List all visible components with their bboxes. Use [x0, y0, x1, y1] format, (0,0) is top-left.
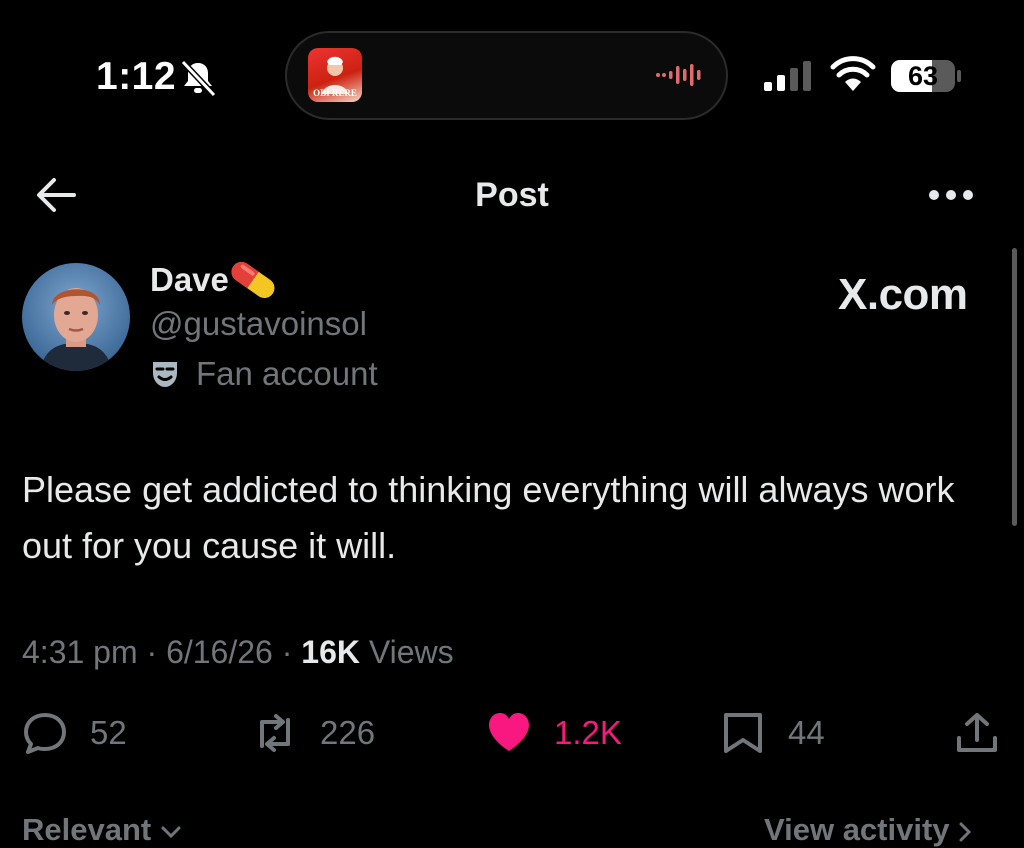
- account-label-text: Fan account: [196, 355, 378, 392]
- display-name[interactable]: Dave: [150, 261, 229, 299]
- pill-emoji-icon: [231, 261, 275, 299]
- views-count[interactable]: 16K: [301, 634, 360, 670]
- battery-level: 63: [907, 61, 939, 91]
- share-button[interactable]: [954, 710, 1000, 756]
- bookmark-count: 44: [788, 714, 825, 751]
- wifi-icon: [830, 56, 876, 91]
- artwork-text: OBI RERE: [313, 88, 357, 98]
- view-activity-label: View activity: [764, 812, 950, 847]
- like-count: 1.2K: [554, 714, 622, 751]
- chevron-right-icon: [959, 822, 972, 842]
- meta-separator: ·: [281, 634, 293, 670]
- views-label: Views: [368, 634, 454, 670]
- account-label: Fan account: [150, 355, 378, 393]
- reply-icon: [24, 713, 66, 754]
- page-title: Post: [475, 176, 549, 214]
- x-com-watermark: X.com: [838, 270, 968, 319]
- sort-label: Relevant: [22, 812, 152, 847]
- cellular-signal-icon: [764, 61, 811, 91]
- now-playing-artwork[interactable]: OBI RERE: [308, 48, 362, 102]
- like-button[interactable]: 1.2K: [486, 710, 622, 756]
- heart-icon: [489, 713, 529, 751]
- post-text: Please get addicted to thinking everythi…: [22, 469, 955, 566]
- bell-slash-icon: [180, 59, 217, 98]
- reply-count: 52: [90, 714, 127, 751]
- theater-mask-icon: [153, 362, 177, 387]
- bookmark-button[interactable]: 44: [720, 710, 825, 756]
- chevron-down-icon: [161, 826, 181, 838]
- view-activity-link[interactable]: View activity: [764, 812, 972, 848]
- post-time: 4:31 pm: [22, 634, 138, 670]
- status-time: 1:12: [96, 55, 177, 98]
- waveform-icon: [656, 64, 701, 86]
- bookmark-icon: [724, 713, 762, 753]
- share-icon: [957, 713, 997, 752]
- meta-separator: ·: [146, 634, 158, 670]
- author-name-row[interactable]: Dave: [150, 258, 279, 302]
- reply-button[interactable]: 52: [22, 710, 127, 756]
- repost-button[interactable]: 226: [252, 710, 375, 756]
- ellipsis-icon[interactable]: [928, 186, 974, 204]
- sort-dropdown[interactable]: Relevant: [22, 812, 182, 848]
- post-date: 6/16/26: [166, 634, 273, 670]
- repost-icon: [260, 714, 290, 752]
- author-handle[interactable]: @gustavoinsol: [150, 305, 367, 343]
- scrollbar[interactable]: [1012, 248, 1017, 526]
- repost-count: 226: [320, 714, 376, 751]
- avatar-portrait: [22, 263, 130, 371]
- post-meta: 4:31 pm · 6/16/26 · 16K Views: [22, 634, 454, 671]
- avatar[interactable]: [22, 263, 130, 371]
